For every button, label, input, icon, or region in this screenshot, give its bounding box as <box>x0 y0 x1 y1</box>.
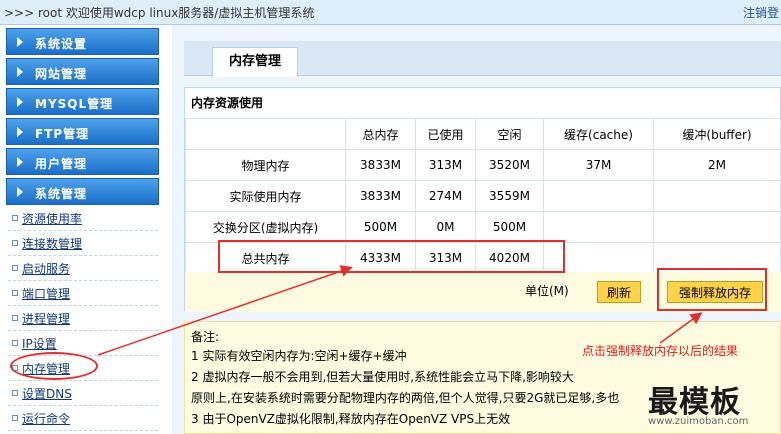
triangle-right-icon <box>17 187 23 197</box>
total-memory-highlight <box>218 240 565 273</box>
bullet-icon <box>12 265 18 271</box>
table-cell: 3520M <box>475 149 544 181</box>
table-row: 实际使用内存 3833M 274M 3559M <box>185 180 781 212</box>
table-row: 物理内存 3833M 313M 3520M 37M 2M <box>185 149 781 181</box>
bullet-icon <box>12 215 18 221</box>
table-cell: 实际使用内存 <box>185 180 346 212</box>
menu-site-management[interactable]: 网站管理 <box>6 58 159 85</box>
table-cell: 0M <box>415 211 476 243</box>
table-cell <box>543 180 654 212</box>
refresh-button[interactable]: 刷新 <box>597 281 641 303</box>
table-cell: 500M <box>475 211 544 243</box>
sidebar-item-connections[interactable]: 连接数管理 <box>8 231 158 256</box>
table-cell: 3559M <box>475 180 544 212</box>
memory-item-highlight <box>10 352 98 380</box>
sidebar-item-run-command[interactable]: 运行命令 <box>8 406 158 431</box>
table-cell: 物理内存 <box>185 149 346 181</box>
menu-system-settings[interactable]: 系统设置 <box>6 28 159 55</box>
menu-ftp-management[interactable]: FTP管理 <box>6 118 159 145</box>
unit-label: 单位(M) <box>525 284 569 298</box>
table-cell: 交换分区(虚拟内存) <box>185 211 346 243</box>
table-cell <box>653 211 781 243</box>
table-header: 缓存(cache) <box>543 118 654 150</box>
menu-mysql-management[interactable]: MYSQL管理 <box>6 88 159 115</box>
table-header: 已使用 <box>415 118 476 150</box>
bullet-icon <box>12 240 18 246</box>
notes-title: 备注: <box>191 330 220 344</box>
panel-title: 内存资源使用 <box>191 96 264 110</box>
watermark-url: www.zuimoban.com <box>648 416 749 427</box>
triangle-right-icon <box>17 37 23 47</box>
table-cell <box>543 211 654 243</box>
bullet-icon <box>12 390 18 396</box>
table-header: 总内存 <box>345 118 416 150</box>
menu-user-management[interactable]: 用户管理 <box>6 148 159 175</box>
table-cell: 2M <box>653 149 781 181</box>
result-annotation: 点击强制释放内存以后的结果 <box>582 344 739 358</box>
menu-system-management[interactable]: 系统管理 <box>6 178 159 205</box>
sidebar-item-ip-settings[interactable]: IP设置 <box>8 331 158 356</box>
sidebar-item-start-services[interactable]: 启动服务 <box>8 256 158 281</box>
table-cell: 274M <box>415 180 476 212</box>
table-header: 空闲 <box>475 118 544 150</box>
table-header-row: 总内存 已使用 空闲 缓存(cache) 缓冲(buffer) <box>185 118 781 150</box>
watermark-logo: 最模板 <box>648 385 741 420</box>
table-header: 缓冲(buffer) <box>653 118 781 150</box>
triangle-right-icon <box>17 97 23 107</box>
tab-memory-management[interactable]: 内存管理 <box>212 47 298 77</box>
table-cell: 3833M <box>345 149 416 181</box>
top-bar: >>> root 欢迎使用wdcp linux服务器/虚拟主机管理系统 注销登 <box>0 0 781 25</box>
bullet-icon <box>12 340 18 346</box>
sidebar-item-resource-usage[interactable]: 资源使用率 <box>8 206 158 231</box>
table-cell: 500M <box>345 211 416 243</box>
triangle-right-icon <box>17 127 23 137</box>
table-cell: 3833M <box>345 180 416 212</box>
table-header <box>185 118 346 150</box>
sidebar-item-processes[interactable]: 进程管理 <box>8 306 158 331</box>
triangle-right-icon <box>17 157 23 167</box>
bullet-icon <box>12 290 18 296</box>
logout-link[interactable]: 注销登 <box>743 4 779 21</box>
table-cell <box>653 180 781 212</box>
tab-bar: 内存管理 <box>184 41 781 77</box>
sidebar-item-ports[interactable]: 端口管理 <box>8 281 158 306</box>
table-cell: 313M <box>415 149 476 181</box>
welcome-title: >>> root 欢迎使用wdcp linux服务器/虚拟主机管理系统 <box>4 6 315 20</box>
release-button-highlight <box>657 268 767 311</box>
note-line: 2 虚拟内存一般不会用到,但若大量使用时,系统性能会立马下降,影响较大 <box>191 370 574 384</box>
table-cell: 37M <box>543 149 654 181</box>
bullet-icon <box>12 415 18 421</box>
main-content: 内存管理 内存资源使用 总内存 已使用 空闲 缓存(cache) 缓冲(buff… <box>172 25 781 434</box>
triangle-right-icon <box>17 67 23 77</box>
note-line: 3 由于OpenVZ虚拟化限制,释放内存在OpenVZ VPS上无效 <box>191 412 511 426</box>
bullet-icon <box>12 315 18 321</box>
table-row: 交换分区(虚拟内存) 500M 0M 500M <box>185 211 781 243</box>
note-line: 1 实际有效空闲内存为:空闲+缓存+缓冲 <box>191 349 407 363</box>
note-line: 原则上,在安装系统时需要分配物理内存的两倍,但个人觉得,只要2G就已足够,多也 <box>191 391 620 405</box>
sidebar-item-dns[interactable]: 设置DNS <box>8 381 158 406</box>
